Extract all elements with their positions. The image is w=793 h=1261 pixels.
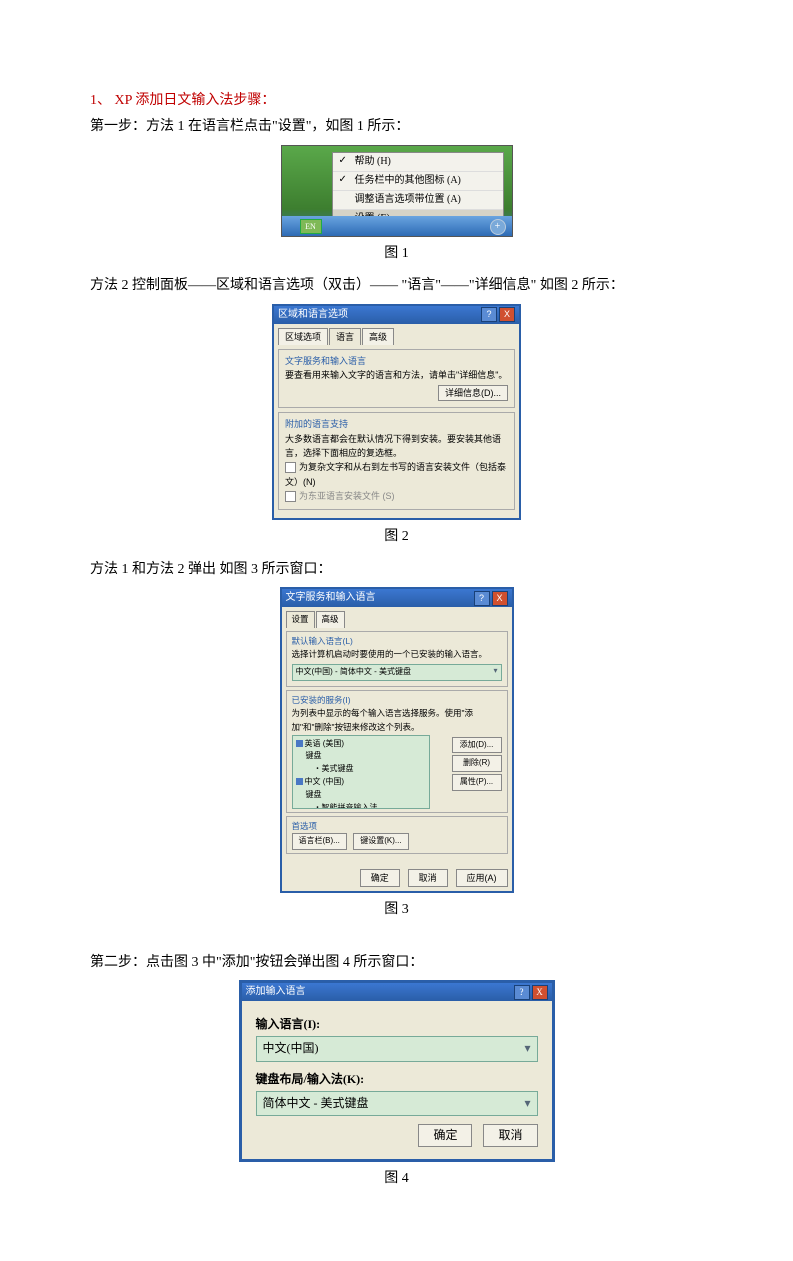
- default-language-dropdown[interactable]: 中文(中国) - 简体中文 - 美式键盘: [292, 664, 502, 681]
- cancel-button[interactable]: 取消: [408, 869, 448, 887]
- group-description: 选择计算机启动时要使用的一个已安装的输入语言。: [292, 648, 502, 662]
- dialog-titlebar: 区域和语言选项 ? X: [274, 306, 519, 324]
- close-icon[interactable]: X: [499, 307, 515, 322]
- flag-icon: [296, 778, 303, 785]
- tab-language[interactable]: 语言: [329, 328, 361, 345]
- figure1-caption: 图 1: [90, 243, 703, 265]
- input-language-dropdown[interactable]: 中文(中国): [256, 1036, 538, 1061]
- figure3-caption: 图 3: [90, 899, 703, 921]
- close-icon[interactable]: X: [492, 591, 508, 606]
- dialog-title: 区域和语言选项: [278, 307, 348, 323]
- dialog-button-row: 确定 取消: [256, 1124, 538, 1147]
- figure-2-regional-options-dialog: 区域和语言选项 ? X 区域选项 语言 高级 文字服务和输入语言 要查看用来输入…: [272, 304, 521, 521]
- help-icon[interactable]: ?: [474, 591, 490, 606]
- keyboard-layout-dropdown[interactable]: 简体中文 - 美式键盘: [256, 1091, 538, 1116]
- add-button[interactable]: 添加(D)...: [452, 737, 502, 754]
- group-title: 首选项: [292, 820, 502, 834]
- group-description: 大多数语言都会在默认情况下得到安装。要安装其他语言，选择下面相应的复选框。: [285, 432, 508, 461]
- cancel-button[interactable]: 取消: [483, 1124, 537, 1147]
- tab-advanced[interactable]: 高级: [316, 611, 345, 628]
- apply-button[interactable]: 应用(A): [456, 869, 508, 887]
- step2-text: 第二步：点击图 3 中"添加"按钮会弹出图 4 所示窗口：: [90, 952, 703, 974]
- group-description: 为列表中显示的每个输入语言选择服务。使用"添加"和"删除"按钮来修改这个列表。: [292, 707, 502, 734]
- ok-button[interactable]: 确定: [360, 869, 400, 887]
- properties-button[interactable]: 属性(P)...: [452, 774, 502, 791]
- figure2-caption: 图 2: [90, 526, 703, 548]
- group-title: 已安装的服务(I): [292, 694, 502, 708]
- group-title: 默认输入语言(L): [292, 635, 502, 649]
- check-icon: ✓: [339, 153, 347, 169]
- language-bar-button[interactable]: 语言栏(B)...: [292, 833, 347, 850]
- method2-text: 方法 2 控制面板——区域和语言选项（双击）—— "语言"——"详细信息" 如图…: [90, 275, 703, 297]
- section-heading: 1、 XP 添加日文输入法步骤：: [90, 90, 703, 112]
- group-additional-language-support: 附加的语言支持 大多数语言都会在默认情况下得到安装。要安装其他语言，选择下面相应…: [278, 412, 515, 510]
- document-page: 1、 XP 添加日文输入法步骤： 第一步：方法 1 在语言栏点击"设置"，如图 …: [0, 0, 793, 1261]
- details-button[interactable]: 详细信息(D)...: [438, 385, 508, 401]
- group-installed-services: 已安装的服务(I) 为列表中显示的每个输入语言选择服务。使用"添加"和"删除"按…: [286, 690, 508, 813]
- tab-strip: 设置 高级: [286, 611, 508, 628]
- help-icon[interactable]: ?: [514, 985, 530, 1000]
- installed-services-list[interactable]: 英语 (美国) 键盘 ・美式键盘 中文 (中国) 键盘 ・智能拼音输入法 ・美式…: [292, 735, 430, 809]
- checkbox-label: 为东亚语言安装文件 (S): [299, 491, 395, 501]
- figure4-caption: 图 4: [90, 1168, 703, 1190]
- side-button-group: 添加(D)... 删除(R) 属性(P)...: [452, 735, 502, 793]
- tab-settings[interactable]: 设置: [286, 611, 315, 628]
- key-settings-button[interactable]: 键设置(K)...: [353, 833, 408, 850]
- menu-item-adjust-position[interactable]: 调整语言选项带位置 (A): [333, 191, 503, 210]
- close-icon[interactable]: X: [532, 985, 548, 1000]
- dialog-button-row: 确定 取消 应用(A): [282, 861, 512, 891]
- group-preferences: 首选项 语言栏(B)... 键设置(K)...: [286, 816, 508, 854]
- tab-strip: 区域选项 语言 高级: [278, 328, 515, 345]
- group-title: 文字服务和输入语言: [285, 354, 508, 368]
- check-icon: ✓: [339, 172, 347, 188]
- remove-button[interactable]: 删除(R): [452, 755, 502, 772]
- checkbox-label: 为复杂文字和从右到左书写的语言安装文件（包括泰文）(N): [285, 462, 506, 486]
- checkbox[interactable]: [285, 491, 296, 502]
- tab-region[interactable]: 区域选项: [278, 328, 328, 345]
- figure-4-add-input-language-dialog: 添加输入语言 ? X 输入语言(I): 中文(中国) 键盘布局/输入法(K): …: [239, 980, 555, 1162]
- taskbar: EN +: [282, 216, 512, 236]
- flag-icon: [296, 740, 303, 747]
- tab-advanced[interactable]: 高级: [362, 328, 394, 345]
- checkbox[interactable]: [285, 462, 296, 473]
- dialog-titlebar: 文字服务和输入语言 ? X: [282, 589, 512, 607]
- taskbar-add-icon[interactable]: +: [490, 219, 506, 235]
- step1-text: 第一步：方法 1 在语言栏点击"设置"，如图 1 所示：: [90, 116, 703, 138]
- figure-1-language-bar-menu: ✓帮助 (H) ✓任务栏中的其他图标 (A) 调整语言选项带位置 (A) 设置 …: [281, 145, 513, 237]
- group-text-services: 文字服务和输入语言 要查看用来输入文字的语言和方法，请单击"详细信息"。 详细信…: [278, 349, 515, 408]
- group-title: 附加的语言支持: [285, 417, 508, 431]
- menu-item-help[interactable]: ✓帮助 (H): [333, 153, 503, 172]
- input-language-label: 输入语言(I):: [256, 1015, 538, 1034]
- popout-intro: 方法 1 和方法 2 弹出 如图 3 所示窗口：: [90, 559, 703, 581]
- figure-3-text-services-dialog: 文字服务和输入语言 ? X 设置 高级 默认输入语言(L) 选择计算机启动时要使…: [280, 587, 514, 893]
- group-description: 要查看用来输入文字的语言和方法，请单击"详细信息"。: [285, 368, 508, 382]
- dialog-titlebar: 添加输入语言 ? X: [242, 983, 552, 1001]
- help-icon[interactable]: ?: [481, 307, 497, 322]
- dialog-title: 文字服务和输入语言: [286, 590, 376, 606]
- keyboard-layout-label: 键盘布局/输入法(K):: [256, 1070, 538, 1089]
- menu-item-taskbar-icons[interactable]: ✓任务栏中的其他图标 (A): [333, 172, 503, 191]
- language-indicator[interactable]: EN: [300, 219, 322, 234]
- dialog-title: 添加输入语言: [246, 984, 306, 1000]
- group-default-input-language: 默认输入语言(L) 选择计算机启动时要使用的一个已安装的输入语言。 中文(中国)…: [286, 631, 508, 687]
- ok-button[interactable]: 确定: [418, 1124, 472, 1147]
